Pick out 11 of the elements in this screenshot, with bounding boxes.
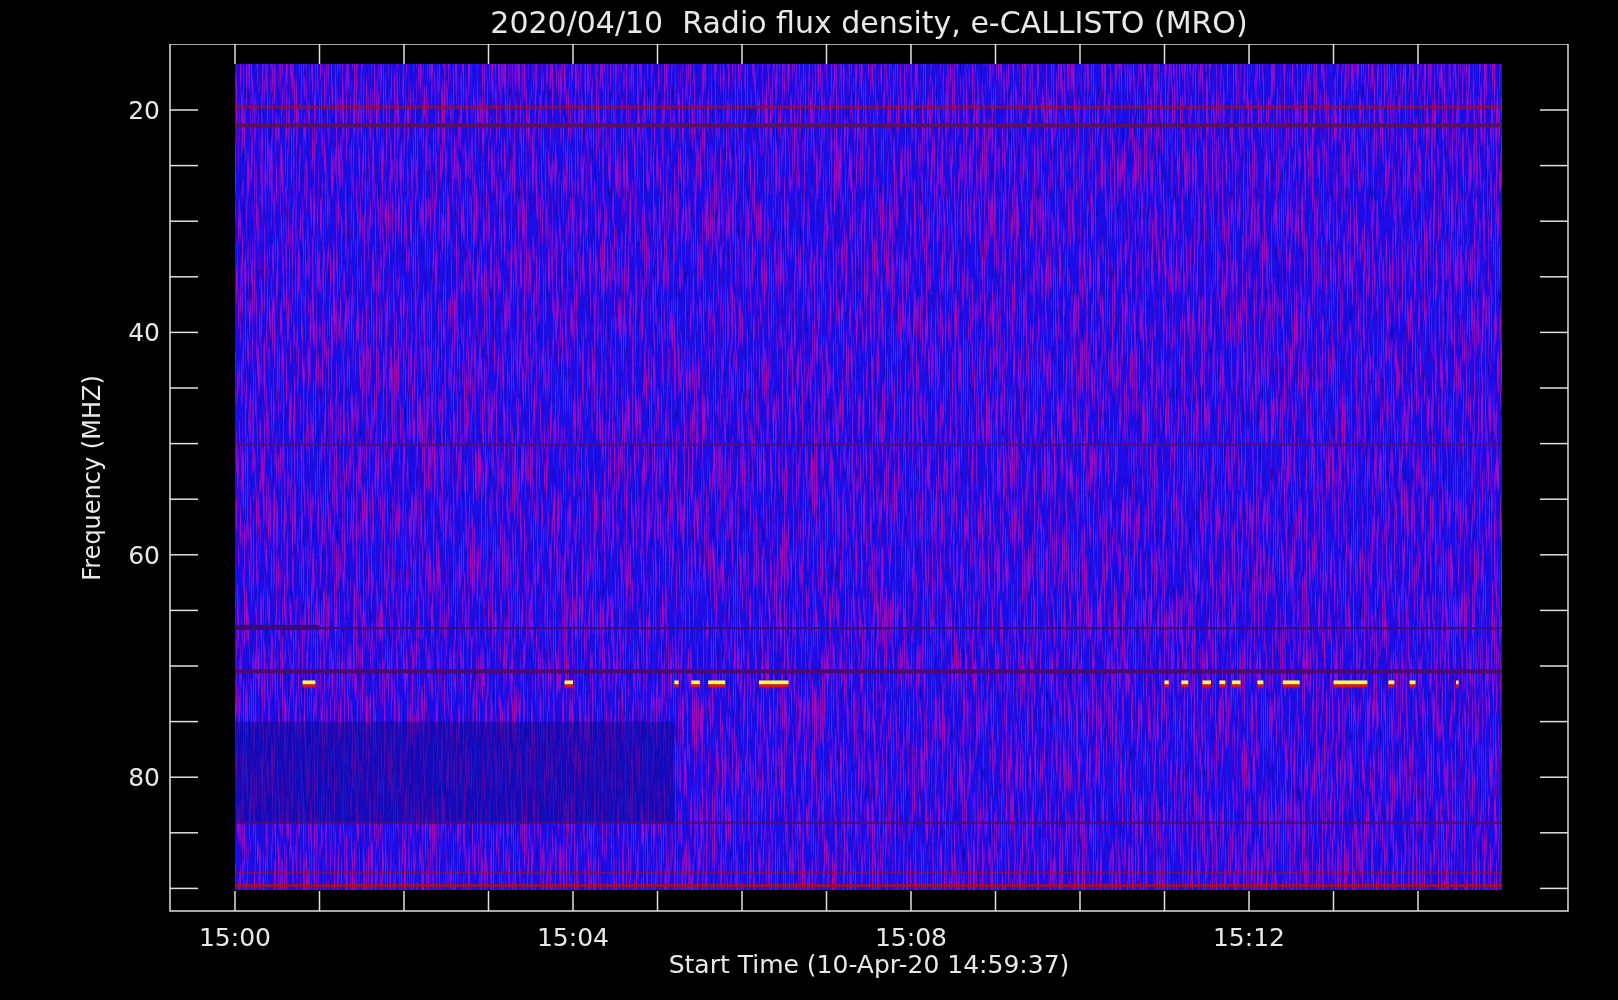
y-tick-label: 20 [128,96,160,125]
x-tick-label: 15:08 [875,923,947,952]
y-tick-label: 40 [128,318,160,348]
x-axis-label: Start Time (10-Apr-20 14:59:37) [668,950,1070,979]
y-axis-label: Frequency (MHZ) [78,374,106,581]
y-tick-label: 60 [128,540,160,570]
x-tick-label: 15:12 [1213,923,1285,952]
x-tick-label: 15:04 [537,923,609,952]
chart-title: 2020/04/10 Radio flux density, e-CALLISTO (MRO) [490,4,1248,40]
x-tick-label: 15:00 [199,923,271,952]
y-tick-label: 80 [128,763,160,793]
